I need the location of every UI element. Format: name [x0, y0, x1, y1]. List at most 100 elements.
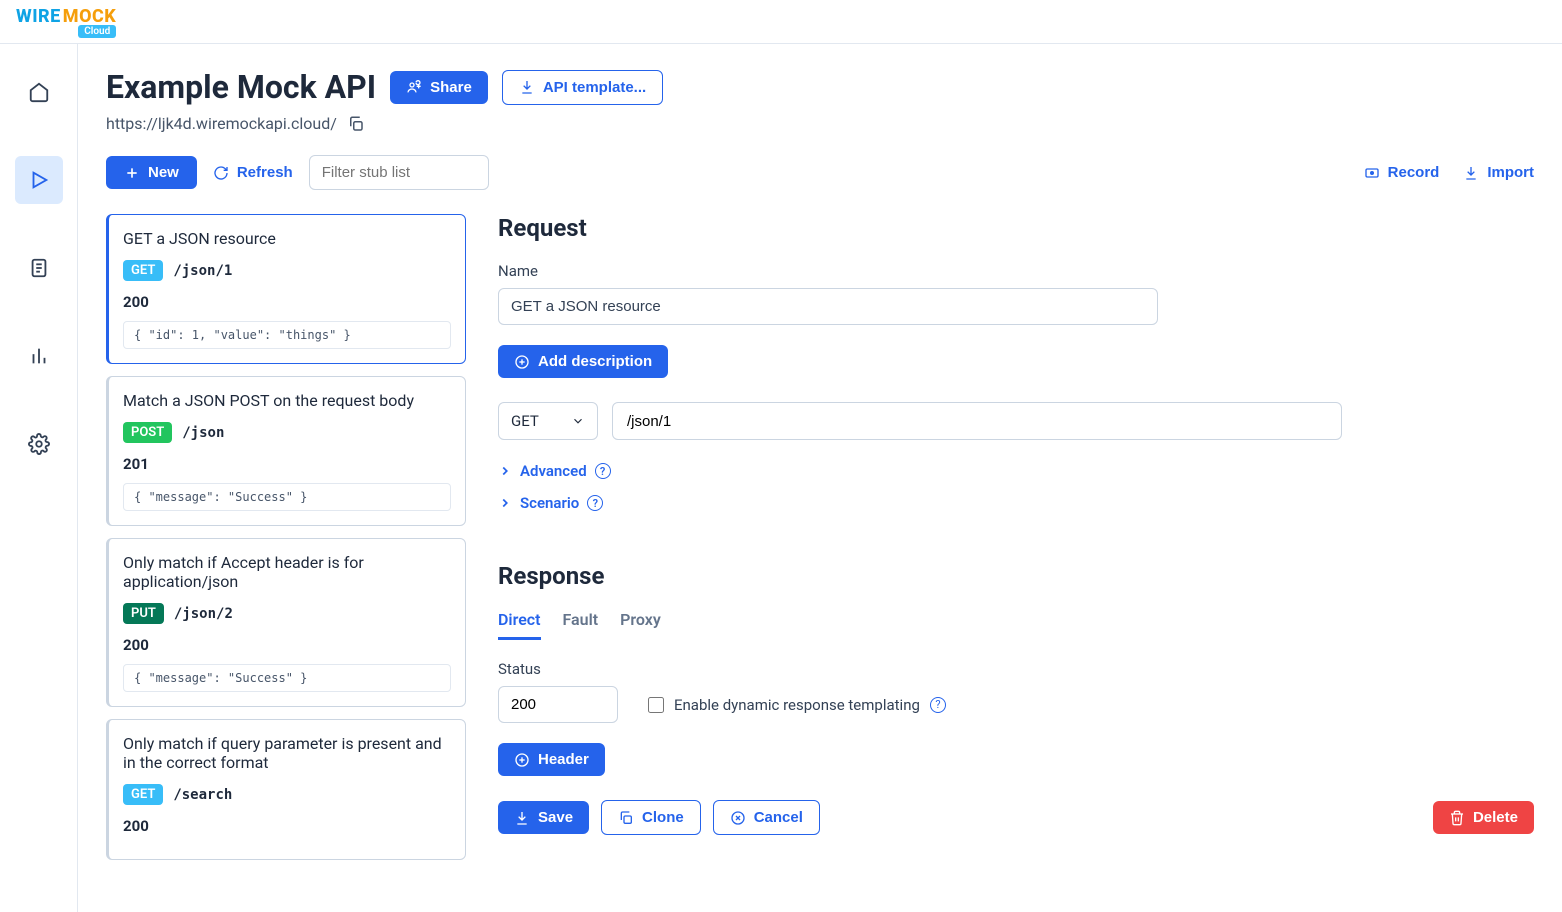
plus-circle-icon [514, 752, 530, 768]
save-label: Save [538, 809, 573, 826]
document-icon [28, 257, 50, 279]
stub-title: GET a JSON resource [123, 229, 451, 248]
logo-mock: MOCK [63, 6, 116, 27]
method-select[interactable]: GET [498, 402, 598, 440]
add-description-label: Add description [538, 353, 652, 370]
new-label: New [148, 164, 179, 181]
scenario-toggle[interactable]: Scenario ? [498, 494, 1534, 512]
refresh-label: Refresh [237, 164, 293, 181]
delete-label: Delete [1473, 809, 1518, 826]
scenario-label: Scenario [520, 494, 579, 512]
record-button[interactable]: Record [1364, 164, 1440, 181]
nav-stubs[interactable] [15, 156, 63, 204]
nav-logs[interactable] [15, 244, 63, 292]
record-icon [1364, 165, 1380, 181]
api-template-label: API template... [543, 79, 646, 96]
stub-card[interactable]: Only match if Accept header is for appli… [106, 538, 466, 707]
chevron-right-icon [498, 464, 512, 478]
nav-settings[interactable] [15, 420, 63, 468]
import-button[interactable]: Import [1463, 164, 1534, 181]
play-icon [28, 169, 50, 191]
tab-proxy[interactable]: Proxy [620, 610, 661, 640]
logo-cloud-badge: Cloud [78, 25, 116, 38]
stub-body: { "id": 1, "value": "things" } [123, 321, 451, 349]
home-icon [28, 81, 50, 103]
stub-status: 201 [123, 455, 451, 473]
name-label: Name [498, 262, 1534, 280]
help-icon[interactable]: ? [595, 463, 611, 479]
save-icon [514, 810, 530, 826]
nav-analytics[interactable] [15, 332, 63, 380]
share-button[interactable]: Share [390, 71, 488, 104]
stub-card[interactable]: Match a JSON POST on the request body PO… [106, 376, 466, 526]
method-badge: GET [123, 784, 163, 805]
path-input[interactable] [612, 402, 1342, 440]
stub-title: Match a JSON POST on the request body [123, 391, 451, 410]
clone-button[interactable]: Clone [601, 800, 701, 835]
method-badge: POST [123, 422, 172, 443]
clone-icon [618, 810, 634, 826]
header-label: Header [538, 751, 589, 768]
new-button[interactable]: New [106, 156, 197, 189]
gear-icon [28, 433, 50, 455]
stub-card[interactable]: GET a JSON resource GET /json/1 200 { "i… [106, 214, 466, 364]
chevron-down-icon [571, 414, 585, 428]
add-header-button[interactable]: Header [498, 743, 605, 776]
detail-panel: Request Name Add description GET [498, 214, 1534, 835]
import-label: Import [1487, 164, 1534, 181]
import-icon [1463, 165, 1479, 181]
cancel-button[interactable]: Cancel [713, 800, 820, 835]
method-badge: GET [123, 260, 163, 281]
topbar: WIREMOCK Cloud [0, 0, 1562, 44]
templating-label: Enable dynamic response templating [674, 696, 920, 714]
templating-checkbox[interactable] [648, 697, 664, 713]
stub-path: /search [173, 787, 232, 803]
request-heading: Request [498, 214, 1534, 242]
share-icon [406, 79, 422, 95]
advanced-label: Advanced [520, 462, 587, 480]
help-icon[interactable]: ? [930, 697, 946, 713]
stub-list: GET a JSON resource GET /json/1 200 { "i… [106, 214, 466, 860]
help-icon[interactable]: ? [587, 495, 603, 511]
status-label: Status [498, 660, 1534, 678]
name-input[interactable] [498, 288, 1158, 325]
method-badge: PUT [123, 603, 164, 624]
record-label: Record [1388, 164, 1440, 181]
left-nav [0, 44, 78, 912]
chevron-right-icon [498, 496, 512, 510]
refresh-icon [213, 165, 229, 181]
bar-chart-icon [28, 345, 50, 367]
status-input[interactable] [498, 686, 618, 723]
download-icon [519, 79, 535, 95]
trash-icon [1449, 810, 1465, 826]
stub-body: { "message": "Success" } [123, 483, 451, 511]
logo[interactable]: WIREMOCK Cloud [16, 6, 116, 38]
delete-button[interactable]: Delete [1433, 801, 1534, 834]
stub-card[interactable]: Only match if query parameter is present… [106, 719, 466, 860]
response-heading: Response [498, 562, 1534, 590]
logo-wire: WIRE [16, 6, 61, 27]
stub-title: Only match if query parameter is present… [123, 734, 451, 772]
tab-direct[interactable]: Direct [498, 610, 541, 640]
stub-status: 200 [123, 636, 451, 654]
filter-input[interactable] [309, 155, 489, 190]
api-template-button[interactable]: API template... [502, 70, 663, 105]
method-value: GET [511, 412, 539, 430]
stub-status: 200 [123, 817, 451, 835]
cancel-label: Cancel [754, 809, 803, 826]
plus-circle-icon [514, 354, 530, 370]
stub-path: /json [182, 425, 224, 441]
stub-path: /json/1 [173, 263, 232, 279]
nav-home[interactable] [15, 68, 63, 116]
api-url: https://ljk4d.wiremockapi.cloud/ [106, 114, 337, 133]
copy-icon[interactable] [347, 115, 365, 133]
page-title: Example Mock API [106, 68, 376, 106]
advanced-toggle[interactable]: Advanced ? [498, 462, 1534, 480]
refresh-button[interactable]: Refresh [213, 164, 293, 181]
stub-status: 200 [123, 293, 451, 311]
tab-fault[interactable]: Fault [563, 610, 599, 640]
save-button[interactable]: Save [498, 801, 589, 834]
add-description-button[interactable]: Add description [498, 345, 668, 378]
share-label: Share [430, 79, 472, 96]
stub-path: /json/2 [174, 606, 233, 622]
